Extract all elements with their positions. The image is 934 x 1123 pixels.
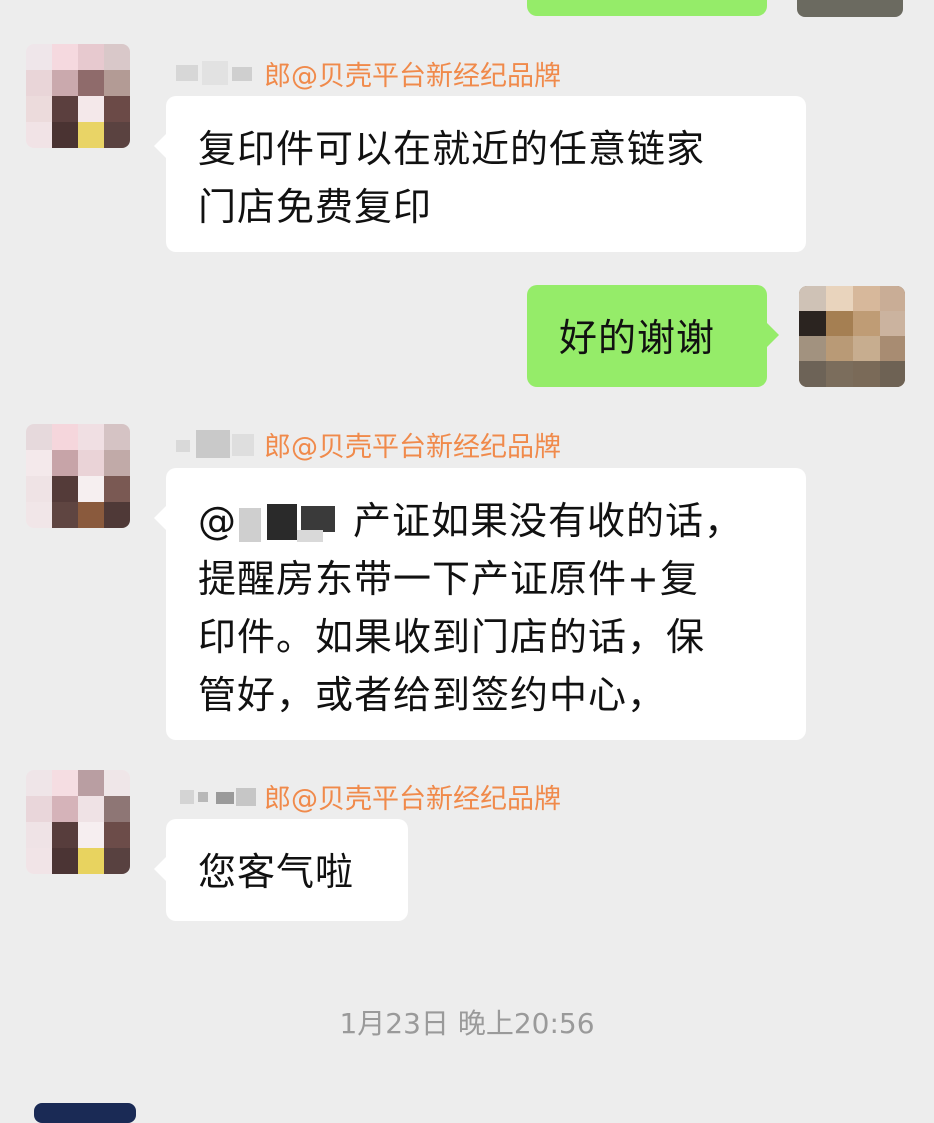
message-line: 管好，或者给到签约中心， bbox=[198, 673, 667, 717]
redacted-name-icon bbox=[172, 59, 262, 87]
redacted-name-icon bbox=[172, 430, 262, 458]
message-bubble-outgoing[interactable]: 好的谢谢 bbox=[527, 285, 779, 387]
redacted-name-icon bbox=[237, 503, 347, 544]
pixelated-avatar-icon bbox=[26, 770, 130, 874]
sender-suffix: 郎@贝壳平台新经纪品牌 bbox=[264, 60, 561, 92]
self-avatar[interactable] bbox=[799, 286, 905, 387]
sender-suffix: 郎@贝壳平台新经纪品牌 bbox=[264, 431, 561, 463]
next-message-avatar[interactable] bbox=[34, 1103, 136, 1123]
message-bubble[interactable]: @ 产证如果没有收的话， 提醒房东带一下产证原件+复 印件。如果收到门店的话，保… bbox=[154, 468, 806, 740]
sender-name: 郎@贝壳平台新经纪品牌 bbox=[172, 426, 561, 463]
mention-prefix: @ bbox=[198, 499, 237, 543]
pixelated-avatar-icon bbox=[26, 424, 130, 528]
pixelated-avatar-icon bbox=[799, 286, 905, 387]
sender-name: 郎@贝壳平台新经纪品牌 bbox=[172, 778, 561, 815]
message-line: 门店免费复印 bbox=[198, 185, 433, 229]
sender-name: 郎@贝壳平台新经纪品牌 bbox=[172, 55, 561, 92]
sender-avatar[interactable] bbox=[26, 44, 130, 148]
message-line: 您客气啦 bbox=[198, 850, 355, 894]
sender-avatar[interactable] bbox=[26, 424, 130, 528]
message-line: 复印件可以在就近的任意链家 bbox=[198, 127, 706, 171]
sender-suffix: 郎@贝壳平台新经纪品牌 bbox=[264, 783, 561, 815]
redacted-name-icon bbox=[172, 782, 262, 810]
previous-outgoing-avatar[interactable] bbox=[797, 0, 903, 17]
message-line: 提醒房东带一下产证原件+复 bbox=[198, 557, 699, 601]
message-line: 印件。如果收到门店的话，保 bbox=[198, 615, 706, 659]
sender-avatar[interactable] bbox=[26, 770, 130, 874]
message-bubble[interactable]: 您客气啦 bbox=[154, 819, 408, 921]
message-bubble[interactable]: 复印件可以在就近的任意链家 门店免费复印 bbox=[154, 96, 806, 252]
message-line: @ 产证如果没有收的话， bbox=[198, 492, 774, 550]
message-text: 产证如果没有收的话， bbox=[353, 499, 744, 543]
previous-outgoing-bubble[interactable] bbox=[527, 0, 767, 16]
timestamp: 1月23日 晚上20:56 bbox=[339, 1007, 595, 1040]
pixelated-avatar-icon bbox=[26, 44, 130, 148]
message-line: 好的谢谢 bbox=[559, 316, 716, 360]
